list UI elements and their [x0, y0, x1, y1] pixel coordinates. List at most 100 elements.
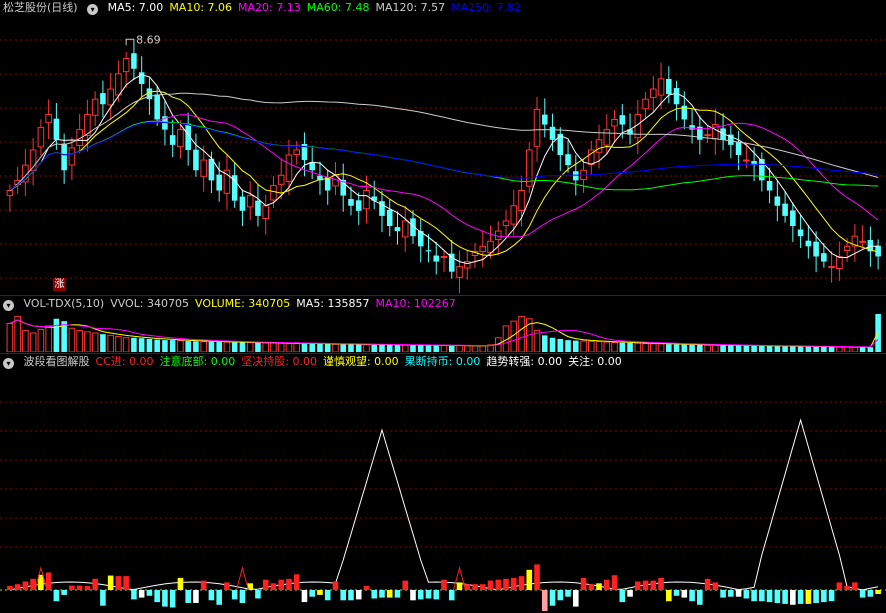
- volume-bar: [37, 328, 45, 352]
- indicator-bar: [293, 574, 300, 590]
- indicator-bar: [255, 590, 261, 599]
- indicator-bar: [836, 582, 843, 590]
- candle-body: [154, 94, 160, 120]
- candle-body: [193, 149, 199, 171]
- volume-bar: [704, 344, 711, 352]
- indicator-bar: [534, 564, 540, 590]
- volume-bar: [650, 343, 657, 352]
- volume-bar: [270, 342, 277, 352]
- indicator-bar: [479, 584, 486, 590]
- indicator-bar: [852, 582, 858, 590]
- indicator-bar: [379, 590, 385, 598]
- volume-bar: [813, 346, 819, 352]
- indicator-bar: [332, 581, 339, 590]
- volume-chart[interactable]: [0, 296, 886, 352]
- candle-body: [510, 205, 518, 225]
- volume-bar: [603, 341, 611, 352]
- indicator-bar: [541, 590, 548, 612]
- volume-bar: [216, 342, 222, 352]
- candle-body: [735, 142, 742, 155]
- volume-bar: [448, 345, 455, 352]
- volume-bar: [720, 345, 726, 352]
- volume-bar: [557, 338, 564, 352]
- ma10-line: [9, 90, 879, 257]
- indicator-bar: [371, 590, 378, 599]
- volume-bar: [239, 342, 246, 352]
- volume-bar: [193, 341, 199, 352]
- volume-bar: [425, 345, 432, 352]
- indicator-bar: [759, 590, 765, 602]
- indicator-bar: [146, 590, 153, 596]
- indicator-bar: [286, 578, 292, 590]
- volume-bar: [223, 341, 231, 352]
- volume-bar: [782, 346, 788, 352]
- candle-body: [619, 115, 626, 125]
- candle-body: [487, 240, 494, 253]
- indicator-bar: [549, 590, 556, 606]
- indicator-chart[interactable]: [0, 354, 886, 613]
- indicator-bar: [200, 580, 207, 590]
- candle-body: [177, 129, 184, 148]
- indicator-bar: [650, 580, 657, 590]
- candle-body: [572, 171, 579, 181]
- candle-body: [821, 253, 827, 262]
- candle-body: [595, 139, 603, 153]
- indicator-bar: [604, 579, 610, 590]
- volume-bar: [790, 346, 796, 352]
- volume-bar: [340, 344, 347, 352]
- volume-bar: [619, 342, 626, 352]
- indicator-bar: [208, 590, 215, 601]
- indicator-bar: [588, 584, 595, 590]
- candle-body: [843, 245, 851, 251]
- volume-bar: [588, 340, 595, 352]
- candle-body: [657, 78, 665, 96]
- candle-body: [759, 159, 765, 181]
- indicator-bar: [162, 590, 168, 607]
- trend-line: [9, 418, 879, 591]
- candle-body: [549, 126, 556, 140]
- indicator-bar: [301, 590, 308, 603]
- volume-bar: [301, 343, 308, 352]
- indicator-bar: [642, 580, 649, 590]
- indicator-bar: [859, 590, 866, 598]
- volume-bar: [262, 342, 269, 352]
- indicator-bar: [224, 582, 230, 590]
- candle-body: [440, 255, 448, 258]
- price-chart[interactable]: 8.69: [0, 0, 886, 296]
- candle-body: [115, 73, 122, 96]
- indicator-bar: [216, 590, 222, 605]
- volume-bar: [759, 345, 765, 352]
- indicator-bar: [867, 590, 874, 597]
- volume-bar: [138, 338, 145, 352]
- candle-body: [371, 196, 378, 201]
- candle-body: [53, 118, 60, 140]
- indicator-bar: [386, 590, 393, 598]
- volume-bar: [657, 343, 665, 352]
- volume-bar: [122, 337, 130, 352]
- candle-body: [262, 205, 269, 220]
- indicator-bar: [22, 581, 29, 590]
- indicator-bar: [425, 590, 432, 599]
- indicator-bar: [596, 583, 602, 590]
- volume-bar: [324, 343, 331, 352]
- volume-bar: [363, 344, 370, 352]
- candle-body: [790, 210, 796, 227]
- candle-body: [386, 209, 393, 227]
- candle-body: [782, 203, 788, 216]
- indicator-bar: [417, 590, 424, 600]
- candle-body: [68, 147, 76, 166]
- indicator-bar: [828, 590, 835, 602]
- candle-body: [348, 199, 354, 206]
- candle-body: [131, 53, 137, 69]
- indicator-bar: [689, 590, 695, 602]
- candle-body: [565, 154, 571, 166]
- volume-bar: [169, 340, 176, 352]
- volume-bar: [417, 345, 424, 352]
- candle-body: [828, 266, 835, 269]
- indicator-bar: [193, 590, 199, 603]
- indicator-bar: [875, 590, 881, 594]
- indicator-bar: [557, 590, 564, 601]
- candle-body: [456, 266, 463, 278]
- volume-bar: [231, 342, 238, 352]
- zhang-tag: 涨: [53, 278, 66, 291]
